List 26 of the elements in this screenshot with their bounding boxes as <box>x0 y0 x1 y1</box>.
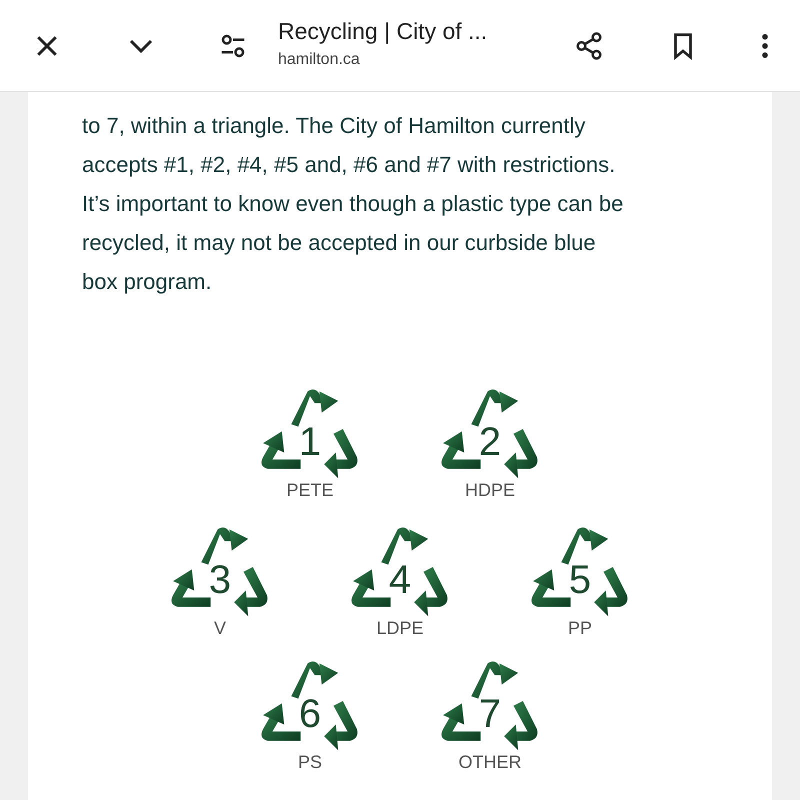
page-title: Recycling | City of ... <box>278 18 488 44</box>
resin-number: 4 <box>388 558 412 602</box>
more-icon <box>762 34 768 58</box>
plastic-type-label: HDPE <box>464 481 515 499</box>
resin-number: 2 <box>478 420 502 464</box>
article-paragraph: to 7, within a triangle. The City of Hamilton currently accepts #1, #2, #4, #5 and, #6 and #7 with restrictions. It’s important to know even though a plastic type can be recycled, it may not be accepted in our curbside blue box program. <box>82 112 624 296</box>
recycle-arrows-icon <box>171 528 268 616</box>
plastic-type-label: LDPE <box>376 619 424 637</box>
plastic-type-label: PETE <box>286 481 334 499</box>
recycle-arrows-icon <box>261 390 358 478</box>
plastic-type-label: PP <box>568 619 592 637</box>
resin-number: 7 <box>478 692 502 736</box>
plastic-type-label: PS <box>298 753 322 771</box>
plastic-type-label: OTHER <box>458 753 522 771</box>
resin-number: 1 <box>298 420 322 464</box>
page-domain: hamilton.ca <box>278 50 361 70</box>
share-icon <box>574 30 604 60</box>
plastic-type-label: V <box>214 619 226 637</box>
resin-number: 6 <box>298 692 322 736</box>
recycle-arrows-icon <box>261 662 358 750</box>
recycle-arrows-icon <box>351 528 448 616</box>
resin-number: 5 <box>568 558 592 602</box>
recycle-arrows-icon <box>531 528 628 616</box>
resin-number: 3 <box>208 558 232 602</box>
recycle-arrows-icon <box>441 390 538 478</box>
recycle-arrows-icon <box>441 662 538 750</box>
